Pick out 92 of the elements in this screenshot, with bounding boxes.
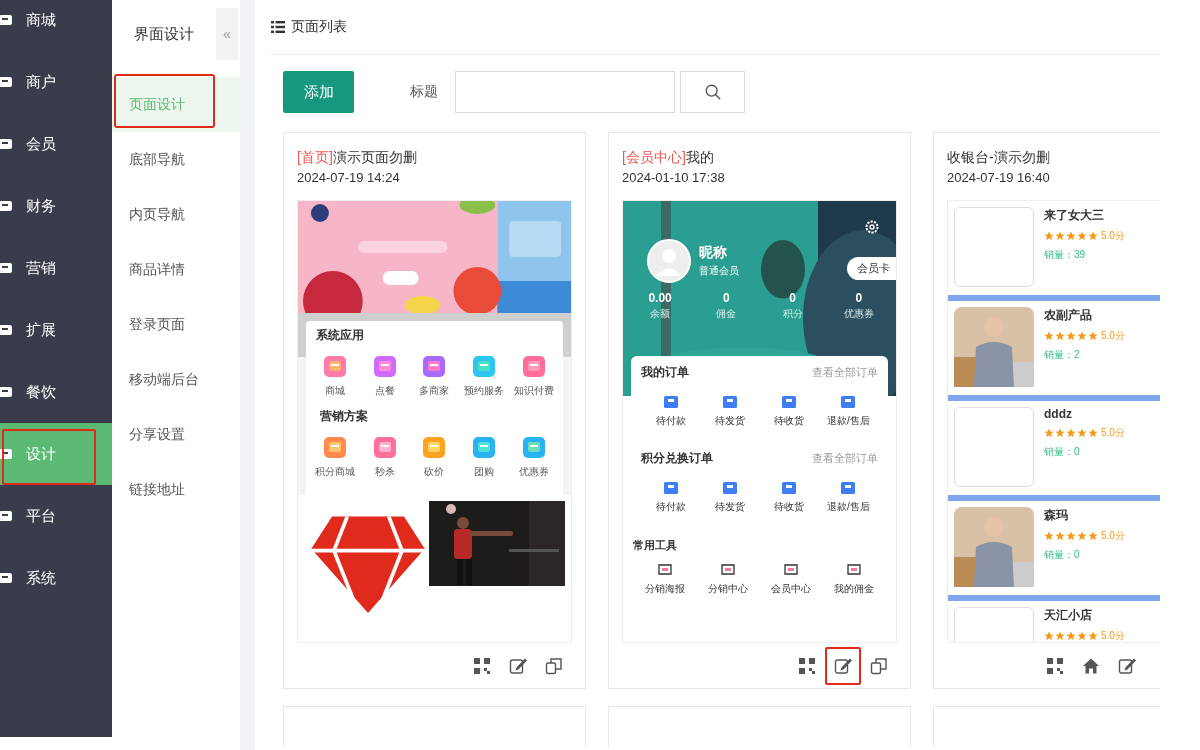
- member-level: 普通会员: [699, 264, 739, 278]
- sidebar-item[interactable]: 营销: [0, 237, 112, 299]
- sales-count: 销量：0: [1044, 548, 1081, 562]
- subnav-item[interactable]: 登录页面: [112, 297, 240, 352]
- card-title: [会员中心]我的: [622, 148, 715, 167]
- order-status-label: 待发货: [714, 414, 745, 428]
- title-label: 标题: [410, 83, 438, 101]
- stat-label: 佣金: [716, 307, 737, 321]
- app-label: 优惠券: [519, 465, 550, 479]
- subnav-item[interactable]: 分享设置: [112, 407, 240, 462]
- app-label: 团购: [474, 465, 495, 479]
- stat-label: 积分: [782, 307, 803, 321]
- stat-value: 0.00: [648, 291, 672, 305]
- app-label: 预约服务: [464, 384, 505, 398]
- order-status-label: 待发货: [714, 500, 745, 514]
- card-title: [首页]演示页面勿删: [297, 148, 418, 167]
- rating-score: 5.0分: [1101, 329, 1125, 343]
- product-name: 来了女大三: [1044, 207, 1105, 224]
- avatar-icon: [647, 239, 691, 283]
- subnav-item[interactable]: 商品详情: [112, 242, 240, 297]
- sidebar-item[interactable]: 财务: [0, 175, 112, 237]
- rating-score: 5.0分: [1101, 529, 1125, 543]
- qr-code-icon: [798, 657, 816, 675]
- edit-icon: [834, 657, 852, 675]
- product-name: 森玛: [1044, 507, 1069, 524]
- sidebar-item[interactable]: 系统: [0, 547, 112, 609]
- rating-score: 5.0分: [1101, 629, 1125, 642]
- subnav-item[interactable]: 内页导航: [112, 187, 240, 242]
- stat-label: 优惠券: [843, 307, 874, 321]
- subnav-title: 界面设计: [134, 24, 194, 44]
- panel-title: 我的订单: [641, 364, 689, 381]
- nickname: 昵称: [699, 244, 728, 262]
- order-status-label: 待收货: [774, 414, 805, 428]
- panel-title: 积分兑换订单: [641, 450, 713, 467]
- tool-label: 会员中心: [771, 582, 812, 596]
- app-label: 砍价: [424, 465, 445, 479]
- subnav-item[interactable]: 移动端后台: [112, 352, 240, 407]
- app-label: 多商家: [419, 384, 450, 398]
- sidebar-item[interactable]: 平台: [0, 485, 112, 547]
- stat-value: 0: [789, 291, 796, 305]
- sidebar-item[interactable]: 餐饮: [0, 361, 112, 423]
- rating-score: 5.0分: [1101, 229, 1125, 243]
- card-date: 2024-01-10 17:38: [622, 169, 726, 187]
- sidebar-item[interactable]: 商城: [0, 0, 112, 51]
- app-label: 秒杀: [374, 465, 395, 479]
- app-label: 商城: [324, 384, 345, 398]
- order-status-label: 退款/售后: [827, 414, 870, 428]
- app-label: 积分商城: [314, 465, 355, 479]
- edit-icon: [1118, 657, 1136, 675]
- qr-code-icon: [1046, 657, 1064, 675]
- subnav-item[interactable]: 底部导航: [112, 132, 240, 187]
- title-field[interactable]: [455, 71, 675, 113]
- card-date: 2024-07-19 14:24: [297, 169, 401, 187]
- copy-icon: [545, 657, 563, 675]
- tool-label: 分销中心: [707, 582, 748, 596]
- product-name: 天汇小店: [1044, 607, 1093, 624]
- section-title: 营销方案: [320, 408, 369, 425]
- panel-title: 常用工具: [633, 538, 678, 553]
- order-status-label: 待收货: [774, 500, 805, 514]
- sidebar-item[interactable]: 扩展: [0, 299, 112, 361]
- search-icon: [703, 83, 722, 101]
- sales-count: 销量：0: [1044, 445, 1081, 459]
- rating-score: 5.0分: [1101, 426, 1125, 440]
- order-status-label: 退款/售后: [827, 500, 870, 514]
- card-date: 2024-07-19 16:40: [947, 169, 1051, 187]
- add-button[interactable]: 添加: [283, 71, 354, 113]
- qr-code-icon: [473, 657, 491, 675]
- subnav-item[interactable]: 链接地址: [112, 462, 240, 517]
- sidebar-item[interactable]: 商户: [0, 51, 112, 113]
- product-name: 农副产品: [1044, 307, 1093, 324]
- edit-icon: [509, 657, 527, 675]
- tool-label: 我的佣金: [834, 582, 875, 596]
- order-status-label: 待付款: [655, 414, 686, 428]
- order-status-label: 待付款: [655, 500, 686, 514]
- settings-icon[interactable]: [864, 219, 880, 235]
- sidebar-item[interactable]: 会员: [0, 113, 112, 175]
- app-label: 点餐: [374, 384, 395, 398]
- card-title: 收银台-演示勿删: [947, 148, 1051, 167]
- sales-count: 销量：2: [1044, 348, 1081, 362]
- edit-button[interactable]: [825, 647, 861, 685]
- sales-count: 销量：39: [1044, 248, 1087, 262]
- tool-label: 分销海报: [644, 582, 685, 596]
- home-icon: [1082, 657, 1100, 675]
- product-name: dddz: [1044, 407, 1073, 421]
- section-title: 系统应用: [316, 327, 365, 344]
- list-icon: [271, 21, 285, 33]
- page-title: 页面列表: [291, 18, 347, 36]
- stat-label: 余额: [650, 307, 671, 321]
- stat-value: 0: [855, 291, 863, 305]
- copy-icon: [870, 657, 888, 675]
- app-label: 知识付费: [514, 384, 555, 398]
- stat-value: 0: [723, 291, 730, 305]
